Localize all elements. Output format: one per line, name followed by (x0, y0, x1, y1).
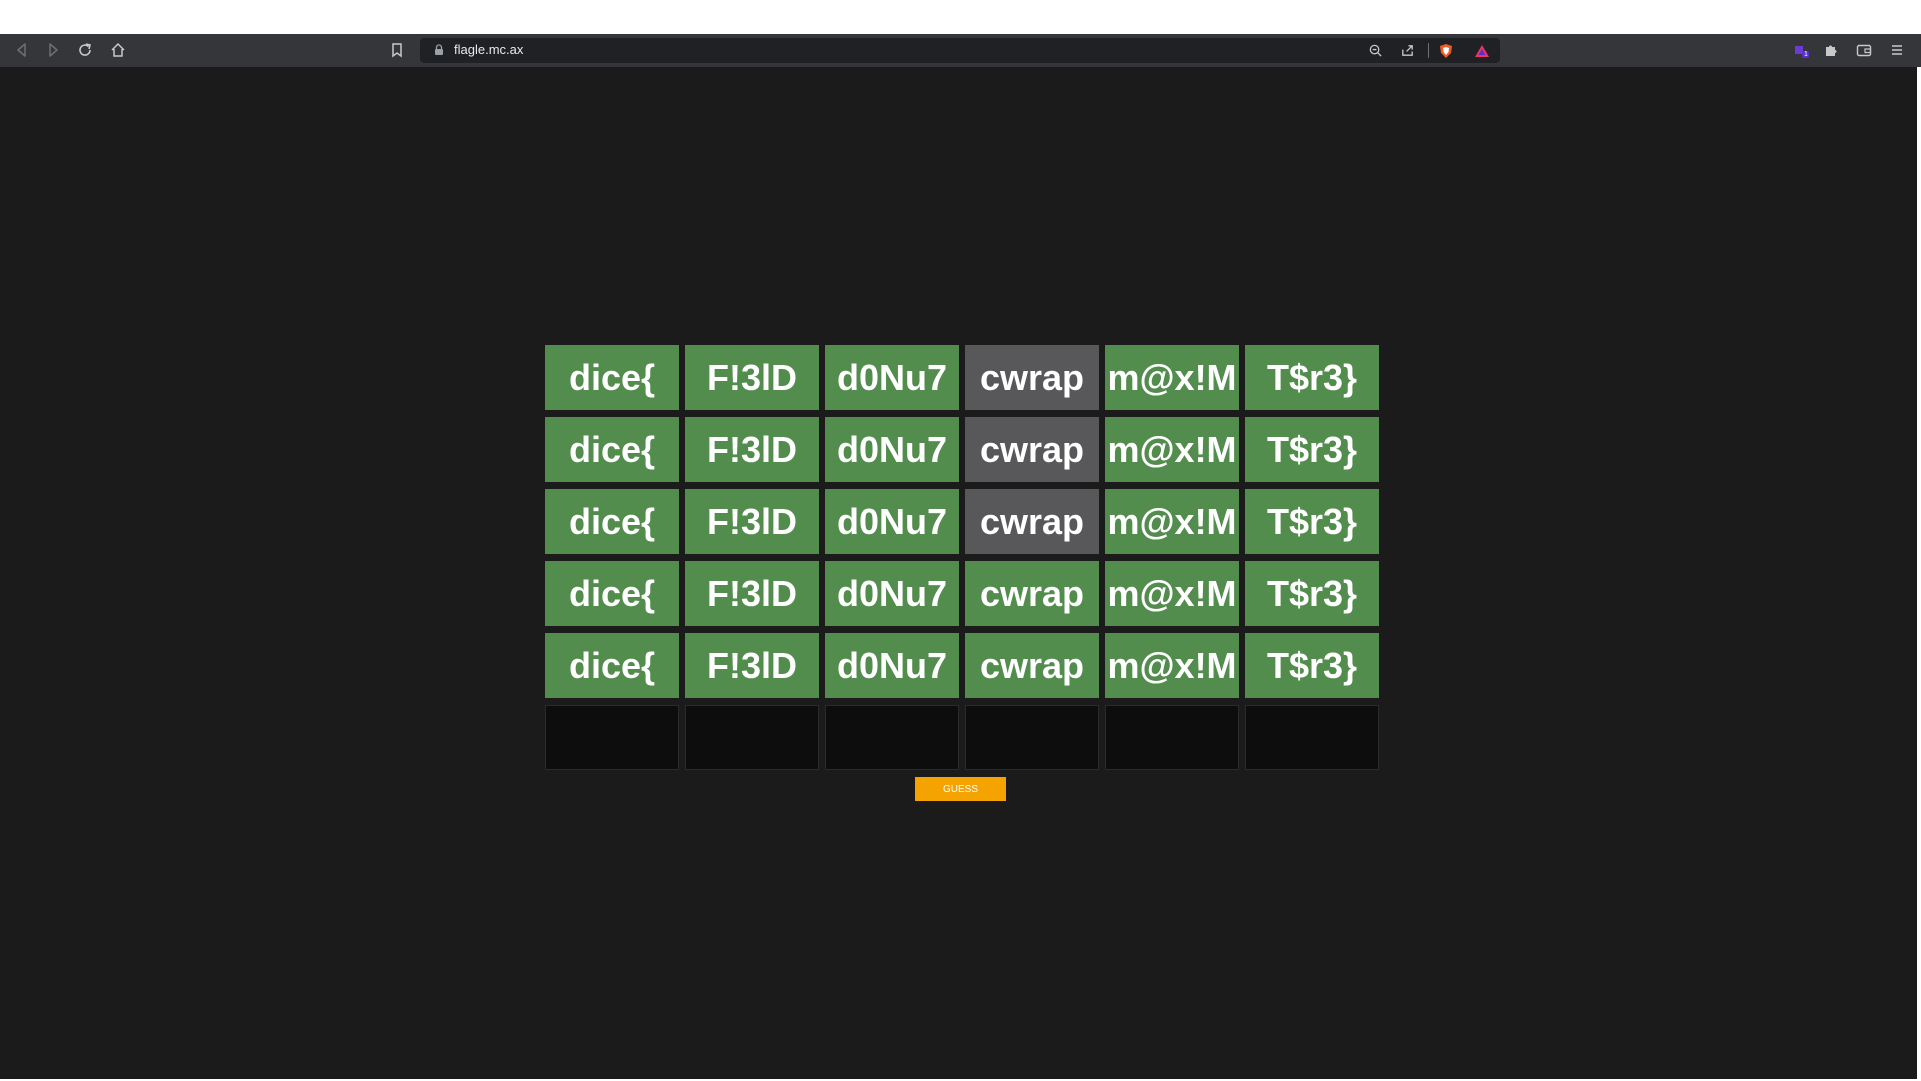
url-text[interactable]: flagle.mc.ax (454, 42, 523, 57)
guess-tile: dice{ (545, 489, 679, 554)
guess-tile: F!3lD (685, 345, 819, 410)
empty-tile (685, 705, 819, 770)
wallet-icon[interactable] (1853, 39, 1875, 61)
extensions-puzzle-icon[interactable] (1820, 39, 1842, 61)
guess-row: dice{F!3lD d0Nu7 cwrap m@x!M T$r3} (545, 345, 1379, 410)
guess-tile: T$r3} (1245, 633, 1379, 698)
guess-tile: T$r3} (1245, 345, 1379, 410)
guess-button[interactable]: GUESS (915, 777, 1006, 801)
guess-row (545, 705, 1379, 770)
back-icon[interactable] (11, 39, 33, 61)
guess-tile: F!3lD (685, 417, 819, 482)
guess-row: dice{F!3lD d0Nu7 cwrap m@x!M T$r3} (545, 417, 1379, 482)
window-top-strip (0, 0, 1921, 34)
guess-tile: dice{ (545, 345, 679, 410)
zoom-icon[interactable] (1367, 42, 1384, 59)
guess-tile: T$r3} (1245, 417, 1379, 482)
guess-tile: d0Nu7 (825, 633, 959, 698)
extension-badge: 1 (1804, 51, 1808, 58)
brave-shields-icon[interactable] (1437, 42, 1454, 59)
guess-tile: cwrap (965, 561, 1099, 626)
brave-rewards-icon[interactable] (1473, 42, 1490, 59)
guess-tile: dice{ (545, 633, 679, 698)
guess-tile: cwrap (965, 489, 1099, 554)
guess-tile: T$r3} (1245, 561, 1379, 626)
guess-tile: d0Nu7 (825, 561, 959, 626)
guess-tile: F!3lD (685, 633, 819, 698)
empty-tile (545, 705, 679, 770)
guess-tile: m@x!M (1105, 417, 1239, 482)
page-right-edge (1917, 67, 1921, 1079)
guess-row: dice{F!3lD d0Nu7 cwrap m@x!M T$r3} (545, 561, 1379, 626)
empty-tile (825, 705, 959, 770)
reload-icon[interactable] (74, 39, 96, 61)
extension-profile-icon[interactable]: 1 (1790, 39, 1812, 61)
guess-tile: cwrap (965, 417, 1099, 482)
share-icon[interactable] (1399, 42, 1416, 59)
lock-icon (432, 43, 446, 57)
guess-tile: T$r3} (1245, 489, 1379, 554)
guess-tile: m@x!M (1105, 489, 1239, 554)
address-bar[interactable]: flagle.mc.ax (420, 38, 1500, 63)
empty-tile (965, 705, 1099, 770)
guess-tile: d0Nu7 (825, 417, 959, 482)
guess-tile: dice{ (545, 417, 679, 482)
guess-tile: m@x!M (1105, 345, 1239, 410)
guess-row: dice{F!3lD d0Nu7 cwrap m@x!M T$r3} (545, 489, 1379, 554)
guess-tile: m@x!M (1105, 633, 1239, 698)
guess-tile: cwrap (965, 633, 1099, 698)
guess-tile: d0Nu7 (825, 345, 959, 410)
bookmark-icon[interactable] (386, 39, 408, 61)
guess-tile: m@x!M (1105, 561, 1239, 626)
guess-tile: F!3lD (685, 489, 819, 554)
forward-icon[interactable] (42, 39, 64, 61)
guess-tile: d0Nu7 (825, 489, 959, 554)
home-icon[interactable] (107, 39, 129, 61)
guess-row: dice{F!3lD d0Nu7 cwrap m@x!M T$r3} (545, 633, 1379, 698)
empty-tile (1245, 705, 1379, 770)
menu-icon[interactable] (1886, 39, 1908, 61)
guess-tile: F!3lD (685, 561, 819, 626)
guess-grid: dice{F!3lD d0Nu7 cwrap m@x!M T$r3} dice{F!3lD… (545, 345, 1379, 777)
empty-tile (1105, 705, 1239, 770)
address-separator (1428, 43, 1429, 58)
guess-tile: cwrap (965, 345, 1099, 410)
browser-window: 1 flagle.mc.ax dice{F!3lD d0Nu7 cwrap m… (0, 0, 1921, 1081)
guess-tile: dice{ (545, 561, 679, 626)
